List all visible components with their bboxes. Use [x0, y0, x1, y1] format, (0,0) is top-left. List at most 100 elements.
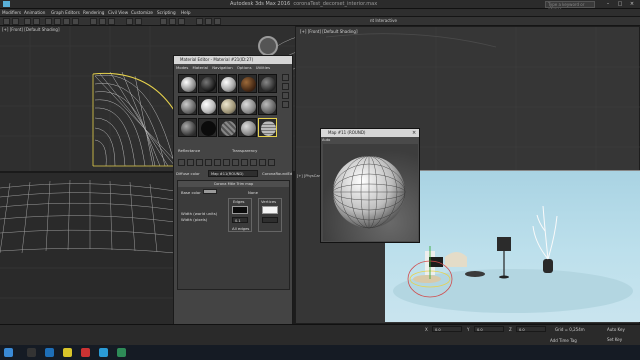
uv-tiling-icon[interactable] [282, 101, 289, 108]
schematic-icon[interactable] [178, 18, 185, 25]
scale-icon[interactable] [72, 18, 79, 25]
menu-civil-view[interactable]: Civil View [108, 10, 128, 15]
unique-icon[interactable] [223, 159, 230, 166]
3dsmax-taskbar-icon[interactable] [99, 348, 108, 357]
material-editor-window[interactable]: Material Editor - Material #21(ID:27) Mo… [173, 55, 293, 325]
maximize-icon[interactable]: □ [614, 1, 626, 8]
edge-color-swatch[interactable] [232, 206, 248, 214]
vertex-color-swatch[interactable] [262, 206, 278, 214]
go-to-parent-icon[interactable] [268, 159, 275, 166]
set-key-button[interactable]: Set Key [607, 337, 622, 342]
copy-icon[interactable] [214, 159, 221, 166]
map-window-title[interactable]: Map #11 (ROUND) [321, 129, 419, 137]
edge-width-field[interactable]: 0.1 [232, 217, 248, 223]
viewcube-icon[interactable] [258, 36, 278, 56]
edges-label[interactable]: Edges [233, 199, 245, 204]
material-slot[interactable] [198, 74, 217, 93]
mirror-icon[interactable] [126, 18, 133, 25]
none-label[interactable]: None [248, 190, 258, 195]
menu-animation[interactable]: Animation [24, 10, 45, 15]
assign-material-icon[interactable] [196, 159, 203, 166]
material-slot[interactable] [238, 96, 257, 115]
move-icon[interactable] [54, 18, 61, 25]
add-time-tag-button[interactable]: Add Time Tag [550, 338, 577, 343]
close-icon[interactable]: × [412, 130, 416, 136]
unlink-icon[interactable] [33, 18, 40, 25]
material-editor-icon[interactable] [196, 18, 203, 25]
menu-material[interactable]: Material [193, 65, 208, 70]
menu-options[interactable]: Options [237, 65, 252, 70]
opera-icon[interactable] [81, 348, 90, 357]
rotate-icon[interactable] [63, 18, 70, 25]
y-field[interactable]: 0,0 [474, 326, 504, 332]
material-slot[interactable] [218, 74, 237, 93]
menu-modifiers[interactable]: Modifiers [2, 10, 21, 15]
z-field[interactable]: 0,0 [516, 326, 546, 332]
rollout-title[interactable]: Corona Mtle Trim map [178, 181, 289, 187]
material-slot[interactable] [238, 118, 257, 137]
curve-editor-icon[interactable] [169, 18, 176, 25]
width-world-radio[interactable]: Width (world units) [181, 211, 217, 216]
auto-key-button[interactable]: Auto Key [607, 327, 625, 332]
select-icon[interactable] [45, 18, 52, 25]
material-slot[interactable] [218, 118, 237, 137]
x-field[interactable]: 0,0 [432, 326, 462, 332]
explorer-icon[interactable] [63, 348, 72, 357]
edge-icon[interactable] [45, 348, 54, 357]
material-slot-selected[interactable] [258, 118, 277, 137]
layer-icon[interactable] [160, 18, 167, 25]
sample-type-icon[interactable] [282, 74, 289, 81]
map-preview-window[interactable]: Map #11 (ROUND) × Auto [320, 128, 420, 243]
interactive-label[interactable]: nt Interactive [370, 18, 397, 23]
menu-scripting[interactable]: Scripting [157, 10, 176, 15]
menu-graph-editors[interactable]: Graph Editors [51, 10, 80, 15]
material-slot[interactable] [198, 118, 217, 137]
material-slot[interactable] [258, 74, 277, 93]
angle-snap-icon[interactable] [99, 18, 106, 25]
reset-icon[interactable] [205, 159, 212, 166]
snap-icon[interactable] [90, 18, 97, 25]
map-name-field[interactable]: Map #11(ROUND) [208, 170, 258, 177]
material-slot[interactable] [238, 74, 257, 93]
link-icon[interactable] [24, 18, 31, 25]
material-slot[interactable] [198, 96, 217, 115]
search-icon[interactable] [27, 348, 36, 357]
material-slot[interactable] [258, 96, 277, 115]
render-icon[interactable] [214, 18, 221, 25]
search-input[interactable]: Type a keyword or phrase [545, 1, 595, 12]
backlight-icon[interactable] [282, 83, 289, 90]
material-slot[interactable] [178, 74, 197, 93]
max-logo-icon[interactable] [3, 1, 10, 7]
material-slot[interactable] [218, 96, 237, 115]
mat-id-icon[interactable] [241, 159, 248, 166]
material-editor-title[interactable]: Material Editor - Material #21(ID:27) [174, 56, 292, 64]
persp-viewport-label[interactable]: [+] [Front] [Default Shading] [300, 29, 358, 34]
map-type-label[interactable]: CoronaRoundEdges [262, 171, 292, 176]
redo-icon[interactable] [12, 18, 19, 25]
percent-snap-icon[interactable] [108, 18, 115, 25]
show-end-result-icon[interactable] [259, 159, 266, 166]
background-icon[interactable] [282, 92, 289, 99]
vertices-label[interactable]: Vertices [261, 199, 276, 204]
app-taskbar-icon[interactable] [117, 348, 126, 357]
menu-customize[interactable]: Customize [131, 10, 153, 15]
material-slot[interactable] [178, 96, 197, 115]
menu-utilities[interactable]: Utilities [256, 65, 270, 70]
get-material-icon[interactable] [178, 159, 185, 166]
put-to-scene-icon[interactable] [187, 159, 194, 166]
menu-modes[interactable]: Modes [176, 65, 188, 70]
menu-navigation[interactable]: Navigation [212, 65, 232, 70]
viewport-bottom[interactable] [0, 171, 175, 326]
windows-start-icon[interactable] [4, 348, 13, 357]
vertex-width-field[interactable] [262, 217, 278, 223]
close-icon[interactable]: × [626, 1, 638, 8]
show-map-icon[interactable] [250, 159, 257, 166]
width-pixels-radio[interactable]: Width (pixels) [181, 217, 207, 222]
minimize-icon[interactable]: – [602, 1, 614, 8]
library-icon[interactable] [232, 159, 239, 166]
render-setup-icon[interactable] [205, 18, 212, 25]
align-icon[interactable] [135, 18, 142, 25]
material-slot[interactable] [178, 118, 197, 137]
menu-rendering[interactable]: Rendering [83, 10, 104, 15]
all-edges-checkbox[interactable]: All edges [232, 226, 249, 231]
